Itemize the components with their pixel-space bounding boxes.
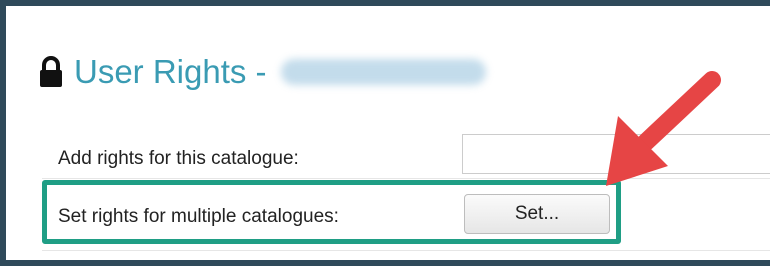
window-frame: User Rights - Add rights for this catalo… [0, 0, 770, 266]
pointer-arrow-annotation [606, 71, 721, 186]
